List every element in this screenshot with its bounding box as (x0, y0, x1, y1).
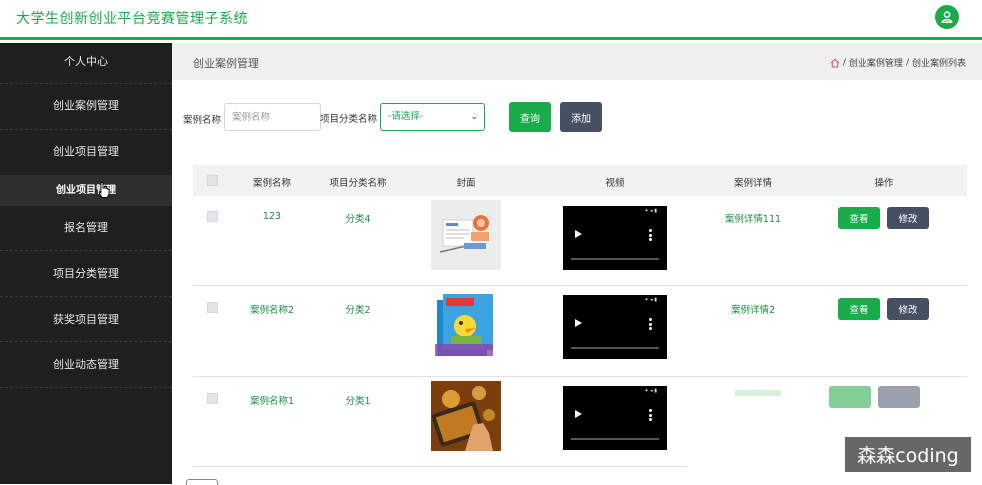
category-label: 项目分类名称 (320, 114, 378, 125)
row-checkbox[interactable] (207, 393, 218, 404)
video-progress-bar[interactable] (571, 258, 659, 260)
top-header-bar: 大学生创新创业平台竞赛管理子系统 (0, 0, 982, 40)
video-progress-bar[interactable] (571, 347, 659, 349)
category-cell: 分类4 (345, 214, 371, 225)
case-name-input[interactable] (224, 103, 321, 131)
sidebar-item-label: 创业项目管理 (53, 145, 119, 158)
row-checkbox[interactable] (207, 211, 218, 222)
cover-image[interactable] (431, 290, 501, 360)
case-name-label: 案例名称 (183, 115, 222, 126)
chevron-down-icon: ⌄ (470, 112, 478, 122)
sidebar-item-award-management[interactable]: 获奖项目管理 (0, 297, 172, 342)
sidebar-item-case-management[interactable]: 创业案例管理 (0, 84, 172, 130)
sidebar-item-label: 报名管理 (64, 221, 108, 234)
page-header-bar: 创业案例管理 / 创业案例管理 / 创业案例列表 (172, 43, 982, 80)
column-header-case-name: 案例名称 (252, 178, 291, 189)
edit-button[interactable]: 修改 (887, 298, 929, 320)
detail-cell: 案例详情111 (724, 214, 782, 225)
case-name-cell: 123 (262, 211, 282, 222)
sidebar-item-project-management[interactable]: 创业项目管理 (0, 130, 172, 175)
sidebar-item-label: 个人中心 (64, 55, 108, 68)
more-options-icon[interactable] (649, 318, 652, 330)
table-header: 案例名称 项目分类名称 封面 视频 案例详情 操作 (193, 165, 967, 196)
breadcrumb-case-list: 创业案例列表 (911, 59, 966, 69)
column-header-category: 项目分类名称 (329, 178, 387, 189)
home-icon[interactable] (830, 58, 840, 68)
play-icon[interactable] (575, 319, 582, 327)
mouse-cursor-icon (98, 182, 110, 198)
breadcrumb: / 创业案例管理 / 创业案例列表 (830, 56, 966, 69)
video-player[interactable]: ✦ ◂ ▮ (563, 206, 667, 270)
user-icon (941, 11, 953, 23)
detail-cell: 案例详情2 (730, 305, 776, 316)
table-row: 案例名称1 分类1 ✦ ◂ ▮ (193, 377, 687, 467)
breadcrumb-case-management[interactable]: 创业案例管理 (849, 56, 903, 69)
more-options-icon[interactable] (649, 409, 652, 421)
main-content: 创业案例管理 / 创业案例管理 / 创业案例列表 案例名称 项目分类名称 -请选… (172, 43, 982, 485)
app-title: 大学生创新创业平台竞赛管理子系统 (16, 11, 248, 27)
sidebar-item-label: 创业动态管理 (53, 358, 119, 371)
breadcrumb-separator: / (842, 57, 846, 68)
video-progress-bar[interactable] (571, 438, 659, 440)
sidebar-subitem-project-management[interactable]: 创业项目管理 (0, 175, 172, 206)
view-button[interactable]: 查看 (838, 207, 880, 229)
sidebar-item-label: 项目分类管理 (53, 267, 119, 280)
sidebar-item-news-management[interactable]: 创业动态管理 (0, 342, 172, 388)
case-name-cell: 案例名称2 (249, 305, 295, 316)
sidebar-item-label: 创业案例管理 (53, 99, 119, 112)
column-header-actions: 操作 (874, 178, 894, 189)
play-icon[interactable] (575, 410, 582, 418)
watermark: 森森coding (845, 437, 971, 472)
sidebar-item-label: 获奖项目管理 (53, 313, 119, 326)
more-options-icon[interactable] (649, 229, 652, 241)
view-button[interactable]: 查看 (838, 298, 880, 320)
table-row: 案例名称2 分类2 ✦ ◂ ▮ 案例详情2 查看 修改 (193, 286, 967, 377)
user-avatar-button[interactable] (935, 5, 959, 29)
sidebar-item-registration[interactable]: 报名管理 (0, 206, 172, 251)
column-header-cover: 封面 (456, 178, 476, 189)
faded-detail-cell (717, 386, 799, 400)
edit-button[interactable]: 修改 (887, 207, 929, 229)
category-cell: 分类2 (345, 305, 371, 316)
play-icon[interactable] (575, 230, 582, 238)
column-header-video: 视频 (605, 178, 625, 189)
category-select-value: -请选择- (388, 111, 424, 122)
video-player[interactable]: ✦ ◂ ▮ (563, 295, 667, 359)
sidebar-item-category-management[interactable]: 项目分类管理 (0, 251, 172, 297)
select-all-checkbox[interactable] (207, 175, 218, 186)
sidebar-nav: 个人中心 创业案例管理 创业项目管理 创业项目管理 报名管理 项目分类管理 获奖… (0, 43, 172, 484)
video-player[interactable]: ✦ ◂ ▮ (563, 386, 667, 450)
category-select[interactable]: -请选择- ⌄ (380, 103, 485, 131)
page-title: 创业案例管理 (193, 57, 259, 70)
sidebar-item-personal-center[interactable]: 个人中心 (0, 43, 172, 84)
table-row: 123 分类4 ✦ ◂ ▮ 案例详情111 查看 修改 (193, 196, 967, 286)
case-name-cell: 案例名称1 (249, 396, 295, 407)
pagination-box[interactable] (186, 479, 218, 485)
breadcrumb-separator: / (905, 57, 909, 68)
cover-image[interactable] (431, 381, 501, 451)
category-cell: 分类1 (345, 396, 371, 407)
row-checkbox[interactable] (207, 302, 218, 313)
add-button[interactable]: 添加 (560, 102, 602, 132)
faded-action-buttons (827, 383, 932, 413)
cover-image[interactable] (431, 200, 501, 270)
column-header-detail: 案例详情 (733, 178, 772, 189)
query-button[interactable]: 查询 (509, 102, 551, 132)
